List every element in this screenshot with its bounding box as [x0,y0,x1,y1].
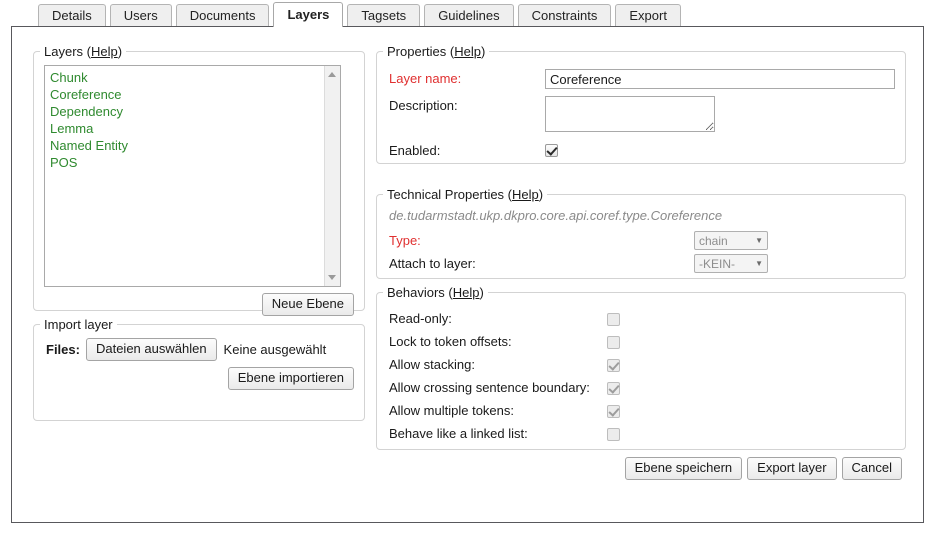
tab-strip: Details Users Documents Layers Tagsets G… [0,0,935,27]
layers-help-link[interactable]: Help [91,44,118,59]
files-label: Files: [46,342,80,357]
scroll-up-arrow-icon[interactable] [328,72,336,77]
scroll-down-arrow-icon[interactable] [328,275,336,280]
layers-listbox[interactable]: Chunk Coreference Dependency Lemma Named… [44,65,341,287]
layer-name-input[interactable] [545,69,895,89]
list-item[interactable]: Chunk [48,69,324,86]
import-layer-button[interactable]: Ebene importieren [227,367,354,390]
layers-legend-text: Layers [44,44,84,59]
attach-to-layer-select[interactable]: -KEIN- ▼ [694,254,768,273]
properties-help-link[interactable]: Help [454,44,481,59]
list-item[interactable]: Named Entity [48,137,324,154]
enabled-row: Enabled: [389,141,895,161]
type-label: Type: [389,233,421,248]
behave-like-linked-list-row: Behave like a linked list: [389,424,889,442]
behave-like-linked-list-checkbox[interactable] [607,428,620,441]
lock-to-token-offsets-label: Lock to token offsets: [389,333,512,349]
technical-help-link[interactable]: Help [512,187,539,202]
attach-to-layer-row: Attach to layer: -KEIN- ▼ [389,254,895,274]
layers-list: Chunk Coreference Dependency Lemma Named… [45,66,324,286]
chevron-down-icon: ▼ [755,236,763,245]
properties-fieldset: Properties (Help) Layer name: Descriptio… [376,44,906,164]
allow-stacking-checkbox[interactable] [607,359,620,372]
tab-tagsets[interactable]: Tagsets [347,4,421,27]
allow-multiple-tokens-checkbox[interactable] [607,405,620,418]
lock-to-token-offsets-row: Lock to token offsets: [389,332,889,350]
layers-legend: Layers (Help) [44,44,123,59]
behaviors-legend-text: Behaviors [387,285,445,300]
layers-list-scrollbar[interactable] [324,66,340,286]
read-only-checkbox[interactable] [607,313,620,326]
tab-layers[interactable]: Layers [273,2,344,27]
layers-fieldset: Layers (Help) Chunk Coreference Dependen… [33,44,365,316]
layer-name-row: Layer name: [389,69,895,89]
attach-to-layer-value: -KEIN- [699,256,735,271]
import-layer-fieldset: Import layer Files: Dateien auswählen Ke… [33,317,365,421]
behave-like-linked-list-label: Behave like a linked list: [389,425,528,441]
allow-stacking-row: Allow stacking: [389,355,889,373]
export-layer-button[interactable]: Export layer [747,457,837,480]
attach-to-layer-label: Attach to layer: [389,256,476,271]
list-item[interactable]: Dependency [48,103,324,120]
list-item[interactable]: Lemma [48,120,324,137]
read-only-row: Read-only: [389,309,889,327]
properties-legend-text: Properties [387,44,447,59]
tab-users[interactable]: Users [109,4,172,27]
no-file-selected-text: Keine ausgewählt [223,342,327,357]
properties-legend: Properties (Help) [387,44,486,59]
tab-export[interactable]: Export [615,4,681,27]
save-layer-button[interactable]: Ebene speichern [624,457,743,480]
technical-properties-legend: Technical Properties (Help) [387,187,544,202]
allow-stacking-label: Allow stacking: [389,356,475,372]
import-layer-legend: Import layer [44,317,113,332]
list-item[interactable]: Coreference [48,86,324,103]
technical-properties-legend-text: Technical Properties [387,187,505,202]
type-select[interactable]: chain ▼ [694,231,768,250]
tab-details[interactable]: Details [38,4,106,27]
tab-documents[interactable]: Documents [175,4,270,27]
tab-constraints[interactable]: Constraints [517,4,612,27]
description-label: Description: [389,98,458,113]
technical-properties-fieldset: Technical Properties (Help) de.tudarmsta… [376,187,906,279]
behaviors-legend: Behaviors (Help) [387,285,484,300]
list-item[interactable]: POS [48,154,324,171]
type-select-value: chain [699,233,728,248]
description-textarea[interactable] [545,96,715,132]
allow-crossing-sentence-boundary-row: Allow crossing sentence boundary: [389,378,889,396]
layer-name-label: Layer name: [389,71,462,86]
allow-multiple-tokens-label: Allow multiple tokens: [389,402,514,418]
enabled-label: Enabled: [389,143,441,158]
behaviors-fieldset: Behaviors (Help) Read-only: Lock to toke… [376,285,906,450]
enabled-checkbox[interactable] [545,144,558,157]
type-row: Type: chain ▼ [389,231,895,251]
behaviors-help-link[interactable]: Help [453,285,480,300]
layers-tab-panel: Layers (Help) Chunk Coreference Dependen… [11,26,924,523]
lock-to-token-offsets-checkbox[interactable] [607,336,620,349]
action-button-bar: Ebene speichern Export layer Cancel [624,457,902,480]
tab-guidelines[interactable]: Guidelines [424,4,514,27]
description-row: Description: [389,96,895,132]
uima-type-name: de.tudarmstadt.ukp.dkpro.core.api.coref.… [389,208,723,223]
new-layer-button[interactable]: Neue Ebene [261,293,354,316]
allow-crossing-sentence-boundary-label: Allow crossing sentence boundary: [389,379,590,395]
chevron-down-icon: ▼ [755,259,763,268]
cancel-button[interactable]: Cancel [841,457,902,480]
allow-multiple-tokens-row: Allow multiple tokens: [389,401,889,419]
choose-files-button[interactable]: Dateien auswählen [85,338,217,361]
files-row: Files: Dateien auswählen Keine ausgewähl… [46,338,326,361]
read-only-label: Read-only: [389,310,452,326]
allow-crossing-sentence-boundary-checkbox[interactable] [607,382,620,395]
